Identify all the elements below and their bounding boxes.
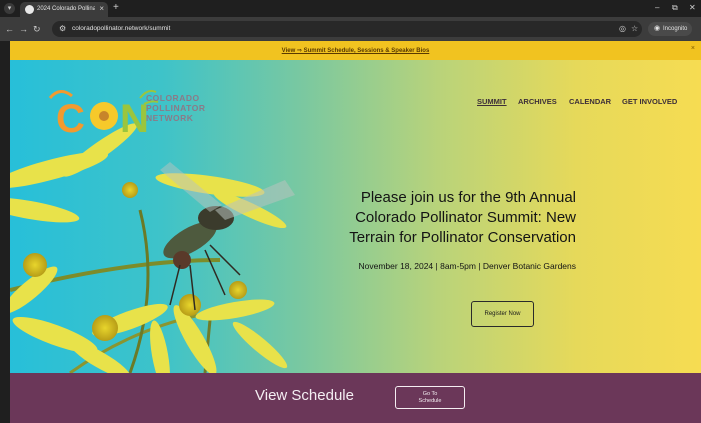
forward-icon[interactable]: → <box>19 23 28 35</box>
tab-close-icon[interactable]: × <box>99 4 104 14</box>
register-now-button[interactable]: Register Now <box>471 301 534 327</box>
schedule-button-line-1: Go To <box>422 391 438 397</box>
announcement-link[interactable]: View ⇒ Summit Schedule, Sessions & Speak… <box>10 47 701 55</box>
window-minimize-button[interactable]: – <box>655 3 659 13</box>
schedule-section: View Schedule Go To Schedule <box>10 373 701 423</box>
site-info-icon[interactable]: ⚙ <box>59 24 66 34</box>
hero-heading: Please join us for the 9th Annual Colora… <box>332 188 576 248</box>
cpn-logo[interactable]: C N <box>40 78 240 148</box>
favicon-icon <box>25 5 34 14</box>
hero-heading-line-1: Please join us for the 9th Annual <box>360 189 576 206</box>
logo-wordmark: COLORADO POLLINATOR NETWORK <box>146 93 205 123</box>
window-close-button[interactable]: ✕ <box>689 3 696 13</box>
nav-summit[interactable]: SUMMIT <box>477 97 507 106</box>
nav-get-involved[interactable]: GET INVOLVED <box>622 97 677 106</box>
hero-heading-line-3: Terrain for Pollinator Conservation <box>349 229 576 246</box>
hero-heading-line-2: Colorado Pollinator Summit: New <box>355 209 576 226</box>
nav-calendar[interactable]: CALENDAR <box>569 97 611 106</box>
window-restore-button[interactable]: ⧉ <box>672 3 678 13</box>
browser-toolbar: ← → ↻ ⚙ coloradopollinator.network/summi… <box>0 17 701 41</box>
announcement-close-icon[interactable]: × <box>691 44 695 53</box>
tab-search-icon[interactable]: ▾ <box>4 3 15 14</box>
schedule-button-line-2: Schedule <box>418 398 442 404</box>
reload-icon[interactable]: ↻ <box>33 23 41 35</box>
schedule-title: View Schedule <box>255 387 354 404</box>
svg-text:C: C <box>56 97 85 141</box>
announcement-bar: View ⇒ Summit Schedule, Sessions & Speak… <box>10 41 701 60</box>
browser-tab[interactable]: 2024 Colorado Pollinator Summ × <box>20 2 108 17</box>
logo-line-3: NETWORK <box>146 113 194 123</box>
hero-section: C N COLORADO POLLINATOR NETWORK SUMMIT A… <box>10 60 701 373</box>
browser-tab-strip: ▾ 2024 Colorado Pollinator Summ × + – ⧉ … <box>0 0 701 17</box>
tab-title: 2024 Colorado Pollinator Summ <box>37 6 95 12</box>
address-bar[interactable]: ⚙ coloradopollinator.network/summit ◎ ☆ <box>52 21 642 37</box>
logo-line-1: COLORADO <box>146 93 200 103</box>
go-to-schedule-button[interactable]: Go To Schedule <box>395 386 465 409</box>
eye-off-icon[interactable]: ◎ <box>619 24 626 34</box>
web-page: View ⇒ Summit Schedule, Sessions & Speak… <box>10 41 701 423</box>
nav-archives[interactable]: ARCHIVES <box>518 97 557 106</box>
url-text: coloradopollinator.network/summit <box>72 25 171 32</box>
new-tab-button[interactable]: + <box>113 2 119 14</box>
incognito-icon: ◉ <box>654 25 661 32</box>
logo-line-2: POLLINATOR <box>146 103 206 113</box>
incognito-badge[interactable]: ◉ Incognito <box>648 22 692 36</box>
hero-subheading: November 18, 2024 | 8am-5pm | Denver Bot… <box>358 261 577 271</box>
incognito-label: Incognito <box>663 26 688 32</box>
back-icon[interactable]: ← <box>5 23 14 35</box>
star-icon[interactable]: ☆ <box>631 24 638 34</box>
